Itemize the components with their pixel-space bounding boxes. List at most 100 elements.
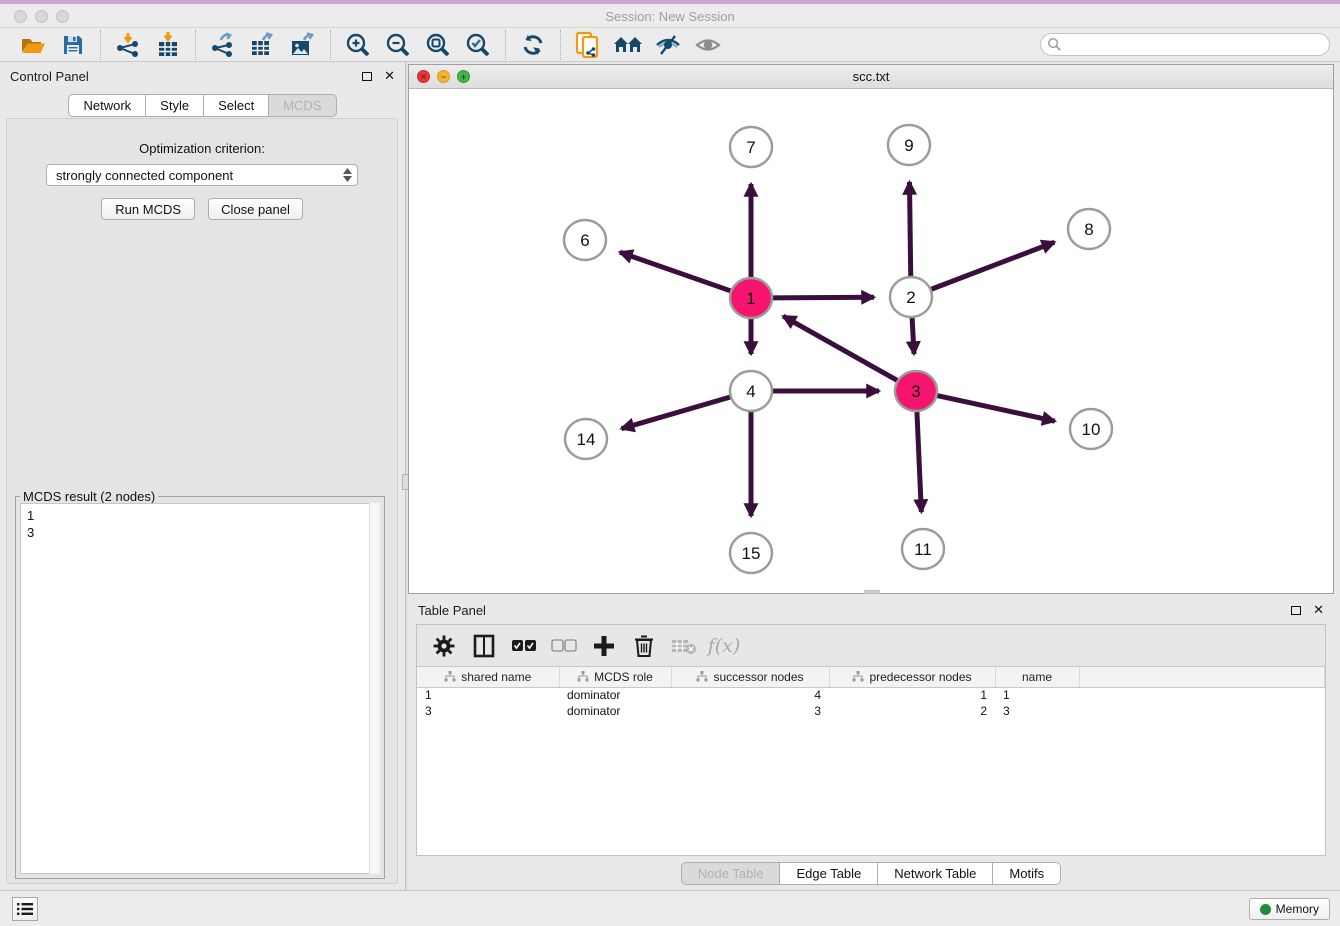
svg-text:4: 4 — [746, 382, 755, 401]
graph-node-4[interactable]: 4 — [730, 371, 772, 411]
add-row-button[interactable] — [591, 633, 617, 659]
zoom-in-button[interactable] — [341, 30, 375, 60]
apply-layout-button[interactable] — [516, 30, 550, 60]
graph-node-10[interactable]: 10 — [1070, 409, 1112, 449]
zoom-in-icon — [345, 32, 371, 58]
table-settings-button[interactable] — [431, 633, 457, 659]
column-header-predecessor-nodes[interactable]: predecessor nodes — [829, 667, 995, 687]
graph-edge-3-11[interactable] — [917, 412, 921, 512]
network-window-title: scc.txt — [409, 65, 1333, 89]
window-title: Session: New Session — [0, 9, 1340, 24]
mcds-result-text[interactable]: 1 3 — [20, 503, 380, 874]
zoom-out-button[interactable] — [381, 30, 415, 60]
graph-edge-3-1[interactable] — [783, 316, 897, 381]
app-window: Session: New Session — [0, 0, 1340, 926]
export-image-button[interactable] — [286, 30, 320, 60]
run-mcds-button[interactable]: Run MCDS — [101, 198, 195, 220]
search-box[interactable] — [1040, 33, 1330, 56]
column-visibility-button[interactable] — [471, 633, 497, 659]
mcds-panel: Optimization criterion: strongly connect… — [6, 118, 398, 884]
select-all-button[interactable] — [511, 633, 537, 659]
tab-style[interactable]: Style — [146, 94, 204, 117]
network-resize-grip[interactable] — [864, 590, 880, 594]
column-header-successor-nodes[interactable]: successor nodes — [671, 667, 829, 687]
search-input[interactable] — [1062, 38, 1329, 52]
table-panel: Table Panel ✕ — [408, 596, 1334, 890]
show-all-button[interactable] — [691, 30, 725, 60]
hierarchy-icon — [852, 671, 864, 682]
close-panel-button[interactable]: Close panel — [208, 198, 303, 220]
graph-edge-1-6[interactable] — [620, 252, 731, 291]
export-table-button[interactable] — [246, 30, 280, 60]
graph-node-15[interactable]: 15 — [730, 533, 772, 573]
tab-mcds[interactable]: MCDS — [269, 94, 336, 117]
import-table-button[interactable] — [151, 30, 185, 60]
memory-button[interactable]: Memory — [1249, 898, 1330, 920]
tab-network[interactable]: Network — [68, 94, 146, 117]
svg-text:9: 9 — [904, 136, 913, 155]
import-table-icon — [156, 32, 180, 58]
tab-edge-table[interactable]: Edge Table — [780, 862, 878, 885]
graph-node-11[interactable]: 11 — [902, 529, 944, 569]
table-close-icon[interactable]: ✕ — [1313, 602, 1324, 618]
tab-select[interactable]: Select — [204, 94, 269, 117]
clone-network-button[interactable] — [571, 30, 605, 60]
column-header-mcds-role[interactable]: MCDS role — [559, 667, 671, 687]
plus-icon — [593, 635, 615, 657]
export-network-button[interactable] — [206, 30, 240, 60]
table-row[interactable]: 1 dominator 4 1 1 — [417, 687, 1325, 703]
graph-node-8[interactable]: 8 — [1068, 209, 1110, 249]
table-float-icon[interactable] — [1291, 606, 1301, 615]
graph-edge-1-2[interactable] — [772, 297, 874, 298]
titlebar: Session: New Session — [0, 4, 1340, 28]
graph-edge-2-9[interactable] — [909, 182, 910, 276]
open-session-button[interactable] — [16, 30, 50, 60]
svg-text:14: 14 — [577, 430, 596, 449]
close-panel-icon[interactable]: ✕ — [384, 68, 395, 84]
network-close-button[interactable]: ✕ — [417, 70, 430, 83]
graph-node-6[interactable]: 6 — [564, 220, 606, 260]
tab-motifs[interactable]: Motifs — [993, 862, 1061, 885]
main-toolbar — [0, 28, 1340, 62]
tab-node-table[interactable]: Node Table — [681, 862, 781, 885]
zoom-selected-button[interactable] — [461, 30, 495, 60]
column-header-name[interactable]: name — [995, 667, 1079, 687]
svg-text:2: 2 — [906, 288, 915, 307]
network-canvas[interactable]: 7 9 6 8 1 2 4 3 14 10 15 11 — [409, 89, 1333, 593]
graph-node-7[interactable]: 7 — [730, 127, 772, 167]
graph-node-9[interactable]: 9 — [888, 125, 930, 165]
graph-node-1[interactable]: 1 — [730, 278, 772, 318]
graph-edge-2-3[interactable] — [912, 318, 914, 354]
criterion-dropdown[interactable]: strongly connected component — [46, 164, 358, 186]
import-network-button[interactable] — [111, 30, 145, 60]
graph-edge-2-8[interactable] — [931, 242, 1055, 289]
network-minimize-button[interactable]: − — [437, 70, 450, 83]
main-area: Control Panel ✕ Network Style Select MCD… — [0, 62, 1340, 890]
column-header-shared-name[interactable]: shared name — [417, 667, 559, 687]
tab-network-table[interactable]: Network Table — [878, 862, 993, 885]
eye-icon — [695, 35, 721, 55]
graph-node-14[interactable]: 14 — [565, 419, 607, 459]
table-tabs: Node Table Edge Table Network Table Moti… — [408, 862, 1334, 885]
network-window-titlebar[interactable]: ✕ − + scc.txt — [409, 65, 1333, 89]
zoom-fit-button[interactable] — [421, 30, 455, 60]
graph-node-2[interactable]: 2 — [890, 277, 932, 317]
graph-node-3[interactable]: 3 — [895, 371, 937, 411]
result-scrollbar[interactable] — [369, 503, 380, 874]
graph-edge-3-10[interactable] — [937, 395, 1055, 421]
function-builder-button[interactable]: f(x) — [711, 633, 737, 659]
table-row[interactable]: 3 dominator 3 2 3 — [417, 703, 1325, 719]
task-history-button[interactable] — [12, 897, 38, 921]
hide-selected-button[interactable] — [651, 30, 685, 60]
network-maximize-button[interactable]: + — [457, 70, 470, 83]
first-neighbors-button[interactable] — [611, 30, 645, 60]
float-panel-icon[interactable] — [362, 72, 372, 81]
svg-text:10: 10 — [1082, 420, 1101, 439]
save-session-button[interactable] — [56, 30, 90, 60]
delete-table-button[interactable] — [671, 633, 697, 659]
deselect-all-button[interactable] — [551, 633, 577, 659]
zoom-out-icon — [385, 32, 411, 58]
delete-row-button[interactable] — [631, 633, 657, 659]
graph-edge-4-14[interactable] — [622, 397, 731, 429]
svg-text:1: 1 — [746, 289, 755, 308]
